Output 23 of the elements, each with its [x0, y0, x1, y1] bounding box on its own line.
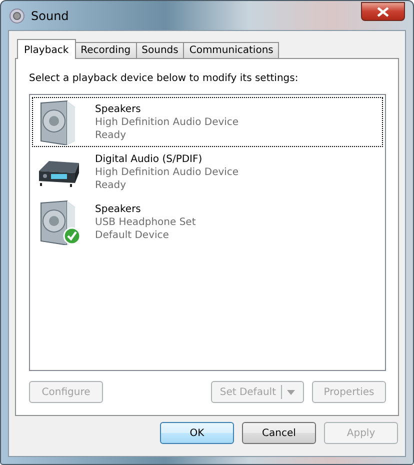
device-status: Default Device: [95, 228, 170, 242]
tab[interactable]: Recording: [74, 42, 137, 58]
device-item[interactable]: Speakers High Definition Audio Device Ready: [32, 97, 383, 147]
device-name: Speakers: [95, 202, 142, 216]
device-status: Ready: [95, 128, 128, 142]
device-name: Speakers: [95, 102, 142, 116]
device-item[interactable]: Speakers USB Headphone Set Default Device: [32, 197, 383, 247]
device-description: USB Headphone Set: [95, 216, 196, 228]
device-status: Ready: [95, 178, 128, 192]
close-button[interactable]: [361, 2, 405, 21]
window-title: Sound: [31, 8, 70, 22]
dialog-button[interactable]: OK: [160, 422, 234, 444]
speaker-icon: [9, 8, 25, 24]
tab[interactable]: Playback: [17, 39, 76, 59]
tab[interactable]: Sounds: [136, 42, 184, 58]
device-item[interactable]: Digital Audio (S/PDIF) High Definition Audio Device Ready: [32, 147, 383, 197]
device-description: High Definition Audio Device: [95, 166, 239, 178]
tab[interactable]: Communications: [183, 42, 280, 58]
dialog-button[interactable]: Cancel: [242, 422, 316, 444]
instruction-text: Select a playback device below to modify its settings:: [29, 73, 300, 84]
close-icon: [377, 6, 389, 16]
device-name: Digital Audio (S/PDIF): [95, 152, 204, 166]
device-description: High Definition Audio Device: [95, 116, 239, 128]
